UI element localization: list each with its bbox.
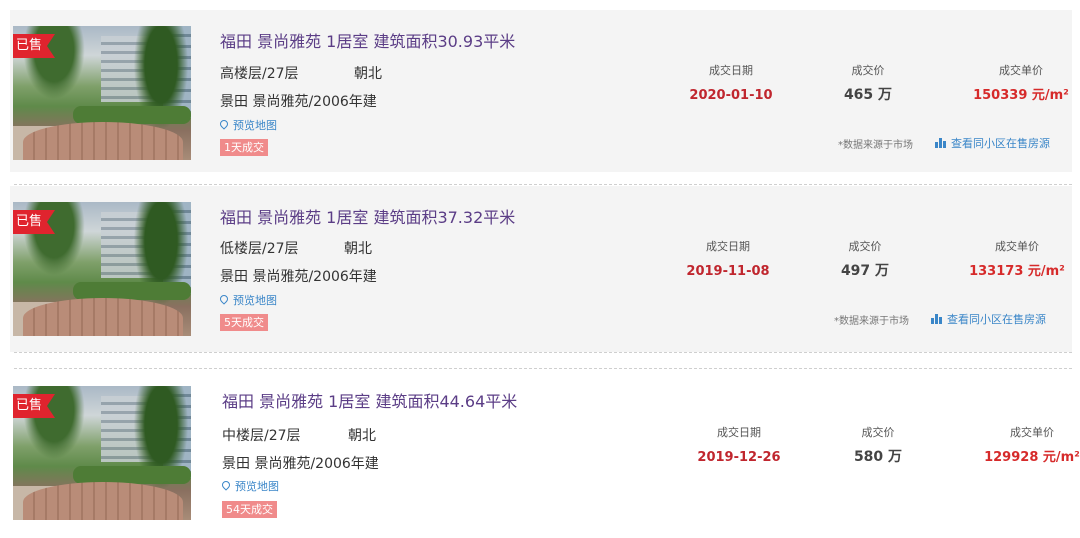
days-to-sell-badge: 1天成交 bbox=[220, 139, 268, 156]
divider bbox=[14, 184, 1072, 185]
unit-price-value: 133173 元/m² bbox=[969, 264, 1065, 279]
location-pin-icon bbox=[220, 479, 232, 491]
orientation-info: 朝北 bbox=[348, 428, 376, 444]
floor-info: 高楼层/27层 bbox=[220, 66, 299, 82]
deal-date-column: 成交日期 2019-11-08 bbox=[673, 238, 783, 279]
building-chart-icon bbox=[931, 314, 942, 324]
sold-tag: 已售 bbox=[13, 34, 56, 58]
preview-map-link[interactable]: 预览地图 bbox=[218, 292, 277, 308]
floor-info: 低楼层/27层 bbox=[220, 241, 299, 257]
deal-price-value: 465 万 bbox=[843, 87, 893, 103]
unit-price-caption: 成交单价 bbox=[995, 240, 1039, 253]
listing-title[interactable]: 福田 景尚雅苑 1居室 建筑面积30.93平米 bbox=[220, 28, 515, 52]
deal-price-caption: 成交价 bbox=[861, 426, 895, 439]
unit-price-column: 成交单价 150339 元/m² bbox=[956, 62, 1080, 103]
listing-card[interactable]: 已售 福田 景尚雅苑 1居室 建筑面积44.64平米 中楼层/27层 朝北 景田… bbox=[10, 372, 1080, 534]
orientation-info: 朝北 bbox=[354, 66, 382, 82]
building-chart-icon bbox=[935, 138, 946, 148]
deal-date-value: 2019-11-08 bbox=[686, 264, 770, 279]
deal-price-column: 成交价 497 万 bbox=[820, 238, 910, 280]
floor-info: 中楼层/27层 bbox=[222, 428, 301, 444]
location-pin-icon bbox=[218, 118, 230, 130]
deal-date-caption: 成交日期 bbox=[709, 64, 753, 77]
nearby-listings-link[interactable]: 查看同小区在售房源 bbox=[931, 311, 1046, 327]
data-source-note: *数据来源于市场 bbox=[834, 316, 909, 327]
community-info: 景田 景尚雅苑/2006年建 bbox=[222, 456, 379, 472]
sold-tag: 已售 bbox=[13, 394, 56, 418]
unit-price-column: 成交单价 129928 元/m² bbox=[967, 424, 1080, 465]
community-info: 景田 景尚雅苑/2006年建 bbox=[220, 94, 377, 110]
listing-card[interactable]: 已售 福田 景尚雅苑 1居室 建筑面积30.93平米 高楼层/27层 朝北 景田… bbox=[10, 10, 1072, 172]
divider bbox=[14, 368, 1072, 369]
data-source-note: *数据来源于市场 bbox=[838, 140, 913, 151]
listing-photo[interactable]: 已售 bbox=[13, 26, 191, 160]
preview-map-link[interactable]: 预览地图 bbox=[218, 117, 277, 133]
sold-tag: 已售 bbox=[13, 210, 56, 234]
listing-title[interactable]: 福田 景尚雅苑 1居室 建筑面积37.32平米 bbox=[220, 204, 515, 228]
deal-price-column: 成交价 580 万 bbox=[833, 424, 923, 466]
deal-date-value: 2019-12-26 bbox=[697, 450, 781, 465]
deal-date-value: 2020-01-10 bbox=[689, 88, 773, 103]
unit-price-caption: 成交单价 bbox=[999, 64, 1043, 77]
unit-price-column: 成交单价 133173 元/m² bbox=[952, 238, 1080, 279]
days-to-sell-badge: 54天成交 bbox=[222, 501, 277, 518]
orientation-info: 朝北 bbox=[344, 241, 372, 257]
listing-photo[interactable]: 已售 bbox=[13, 202, 191, 336]
deal-date-caption: 成交日期 bbox=[706, 240, 750, 253]
community-info: 景田 景尚雅苑/2006年建 bbox=[220, 269, 377, 285]
listing-title[interactable]: 福田 景尚雅苑 1居室 建筑面积44.64平米 bbox=[222, 388, 517, 412]
unit-price-value: 150339 元/m² bbox=[973, 88, 1069, 103]
nearby-listings-link[interactable]: 查看同小区在售房源 bbox=[935, 135, 1050, 151]
deal-date-column: 成交日期 2020-01-10 bbox=[676, 62, 786, 103]
deal-price-value: 497 万 bbox=[840, 263, 890, 279]
unit-price-caption: 成交单价 bbox=[1010, 426, 1054, 439]
days-to-sell-badge: 5天成交 bbox=[220, 314, 268, 331]
deal-price-caption: 成交价 bbox=[848, 240, 882, 253]
deal-date-column: 成交日期 2019-12-26 bbox=[684, 424, 794, 465]
listing-card[interactable]: 已售 福田 景尚雅苑 1居室 建筑面积37.32平米 低楼层/27层 朝北 景田… bbox=[10, 186, 1072, 352]
deal-price-value: 580 万 bbox=[853, 449, 903, 465]
deal-price-column: 成交价 465 万 bbox=[823, 62, 913, 104]
divider bbox=[14, 352, 1072, 353]
deal-price-caption: 成交价 bbox=[851, 64, 885, 77]
deal-date-caption: 成交日期 bbox=[717, 426, 761, 439]
unit-price-value: 129928 元/m² bbox=[984, 450, 1080, 465]
listing-photo[interactable]: 已售 bbox=[13, 386, 191, 520]
preview-map-link[interactable]: 预览地图 bbox=[220, 478, 279, 494]
location-pin-icon bbox=[218, 293, 230, 305]
